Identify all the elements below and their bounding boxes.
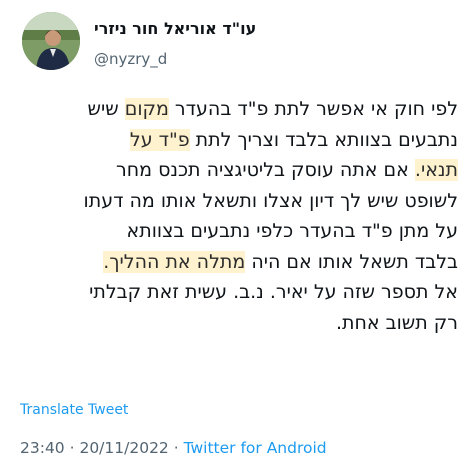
meta-separator: · (168, 439, 184, 457)
tweet-text-segment: על מתן פ"ד בהעדר כלפי נתבעים בצוותא (126, 220, 458, 242)
meta-separator: · (64, 439, 80, 457)
tweet-text-segment: נתבעים בצוותא בלבד וצריך לתת (189, 128, 458, 151)
tweet-time[interactable]: 23:40 (20, 439, 65, 457)
author-display-name[interactable]: עו"ד אוריאל חור ניזרי (94, 19, 264, 38)
tweet-line: לשופט שיש לך דיון אצלו ותשאל אותו מה דעת… (10, 186, 458, 217)
tweet-line: אל תספר שזה על יאיר. נ.ב. עשית זאת קבלתי (10, 277, 458, 308)
tweet-source-link[interactable]: Twitter for Android (184, 439, 327, 457)
tweet-line: על מתן פ"ד בהעדר כלפי נתבעים בצוותא (10, 216, 458, 247)
tweet-text-segment: אם אתה עוסק בליטיגציה תכנס מחר (115, 159, 415, 181)
translate-tweet-link[interactable]: Translate Tweet (20, 402, 128, 418)
tweet-text-segment: רק תשוב אחת. (335, 311, 458, 334)
tweet-header: עו"ד אוריאל חור ניזרי @nyzry_d (0, 10, 474, 74)
tweet-date[interactable]: 20/11/2022 (79, 439, 168, 457)
tweet-line: תנאי. אם אתה עוסק בליטיגציה תכנס מחר (10, 155, 458, 186)
tweet-text-segment: שיש (87, 98, 125, 120)
profile-photo-icon (22, 12, 80, 70)
tweet-text-segment: לפי חוק אי אפשר לתת פ"ד בהעדר (168, 98, 458, 120)
tweet-line: רק תשוב אחת. (10, 308, 458, 339)
tweet-text-segment: בלבד תשאל אותו אם היה (245, 250, 458, 273)
avatar[interactable] (22, 12, 80, 70)
tweet-line: נתבעים בצוותא בלבד וצריך לתת פ"ד על (10, 125, 458, 156)
highlighted-text: מקום (124, 98, 169, 120)
author-handle[interactable]: @nyzry_d (94, 50, 167, 68)
tweet-metadata: 23:40 · 20/11/2022 · Twitter for Android (20, 439, 327, 457)
tweet-line: בלבד תשאל אותו אם היה מתלה את ההליך. (10, 247, 458, 278)
highlighted-text: תנאי. (414, 159, 458, 181)
highlighted-text: פ"ד על (129, 128, 190, 151)
tweet-text-segment: אל תספר שזה על יאיר. נ.ב. עשית זאת קבלתי (89, 281, 458, 303)
tweet-text: לפי חוק אי אפשר לתת פ"ד בהעדר מקום שיש נת… (10, 94, 458, 338)
tweet-line: לפי חוק אי אפשר לתת פ"ד בהעדר מקום שיש (10, 94, 458, 125)
tweet-text-segment: לשופט שיש לך דיון אצלו ותשאל אותו מה דעת… (83, 189, 458, 212)
highlighted-text: מתלה את ההליך. (103, 250, 246, 273)
